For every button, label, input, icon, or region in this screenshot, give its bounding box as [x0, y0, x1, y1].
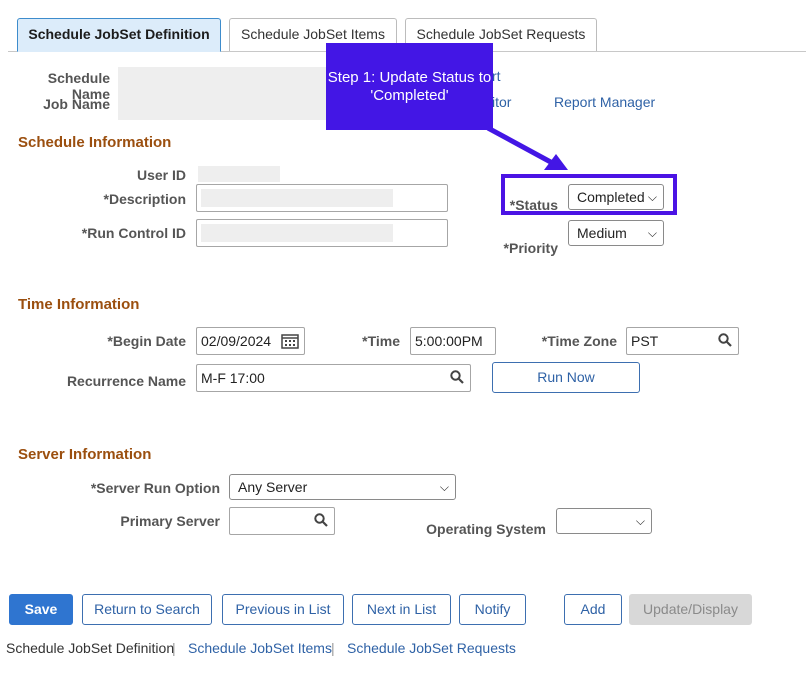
footer-separator: |	[331, 640, 335, 656]
time-zone-value: PST	[631, 333, 659, 349]
priority-label: *Priority	[503, 240, 558, 256]
time-value: 5:00:00PM	[415, 333, 483, 349]
tab-label: Schedule JobSet Requests	[416, 26, 586, 42]
save-button[interactable]: Save	[9, 594, 73, 625]
chevron-down-icon: ⌵	[439, 480, 449, 494]
time-input[interactable]: 5:00:00PM	[410, 327, 496, 355]
callout-arrow-icon	[486, 125, 568, 170]
job-name-label: Job Name	[43, 96, 110, 112]
search-icon[interactable]	[718, 333, 732, 347]
server-run-option-value: Any Server	[238, 479, 308, 495]
user-id-value	[198, 166, 280, 182]
header-link-partial-2[interactable]: itor	[492, 94, 511, 110]
step-callout: Step 1: Update Status to 'Completed'	[326, 43, 493, 130]
return-to-search-button[interactable]: Return to Search	[82, 594, 212, 625]
time-label: *Time	[362, 333, 400, 349]
operating-system-label: Operating System	[426, 521, 546, 537]
footer-link-items[interactable]: Schedule JobSet Items	[188, 640, 332, 656]
notify-button[interactable]: Notify	[459, 594, 526, 625]
recurrence-name-input[interactable]: M-F 17:00	[196, 364, 471, 392]
footer-link-requests[interactable]: Schedule JobSet Requests	[347, 640, 516, 656]
chevron-down-icon: ⌵	[635, 514, 645, 528]
operating-system-select[interactable]: ⌵	[556, 508, 652, 534]
update-display-button[interactable]: Update/Display	[629, 594, 752, 625]
server-run-option-select[interactable]: Any Server ⌵	[229, 474, 456, 500]
previous-in-list-button[interactable]: Previous in List	[222, 594, 344, 625]
calendar-icon[interactable]	[281, 333, 299, 349]
tab-label: Schedule JobSet Items	[241, 26, 385, 42]
status-highlight-box	[501, 174, 677, 215]
begin-date-label: *Begin Date	[107, 333, 186, 349]
primary-server-input[interactable]	[229, 507, 335, 535]
priority-select[interactable]: Medium ⌵	[568, 220, 664, 246]
footer-separator: |	[172, 640, 176, 656]
primary-server-label: Primary Server	[120, 513, 220, 529]
redacted-header-values	[118, 67, 328, 120]
search-icon[interactable]	[450, 370, 464, 384]
run-now-button[interactable]: Run Now	[492, 362, 640, 393]
server-run-option-label: *Server Run Option	[90, 480, 220, 496]
report-manager-link[interactable]: Report Manager	[554, 94, 655, 110]
footer-current-page: Schedule JobSet Definition	[6, 640, 175, 656]
redacted-run-control	[201, 224, 393, 242]
next-in-list-button[interactable]: Next in List	[352, 594, 451, 625]
run-control-id-input[interactable]	[196, 219, 448, 247]
priority-selected-value: Medium	[577, 225, 627, 241]
time-zone-input[interactable]: PST	[626, 327, 739, 355]
begin-date-value: 02/09/2024	[201, 333, 272, 349]
tab-label: Schedule JobSet Definition	[28, 26, 210, 42]
callout-text: Step 1: Update Status to 'Completed'	[327, 69, 492, 104]
description-input[interactable]	[196, 184, 448, 212]
chevron-down-icon: ⌵	[647, 226, 657, 240]
recurrence-name-label: Recurrence Name	[66, 373, 186, 389]
time-information-title: Time Information	[18, 296, 140, 313]
tab-schedule-jobset-definition[interactable]: Schedule JobSet Definition	[17, 18, 221, 52]
search-icon[interactable]	[314, 513, 328, 527]
redacted-description	[201, 189, 393, 207]
run-control-id-label: *Run Control ID	[81, 225, 186, 241]
time-zone-label: *Time Zone	[541, 333, 617, 349]
recurrence-value: M-F 17:00	[201, 370, 265, 386]
user-id-label: User ID	[136, 167, 186, 183]
add-button[interactable]: Add	[564, 594, 622, 625]
schedule-information-title: Schedule Information	[18, 134, 172, 151]
description-label: *Description	[103, 191, 186, 207]
header-link-partial[interactable]: rt	[492, 68, 501, 84]
server-information-title: Server Information	[18, 446, 152, 463]
begin-date-input[interactable]: 02/09/2024	[196, 327, 305, 355]
